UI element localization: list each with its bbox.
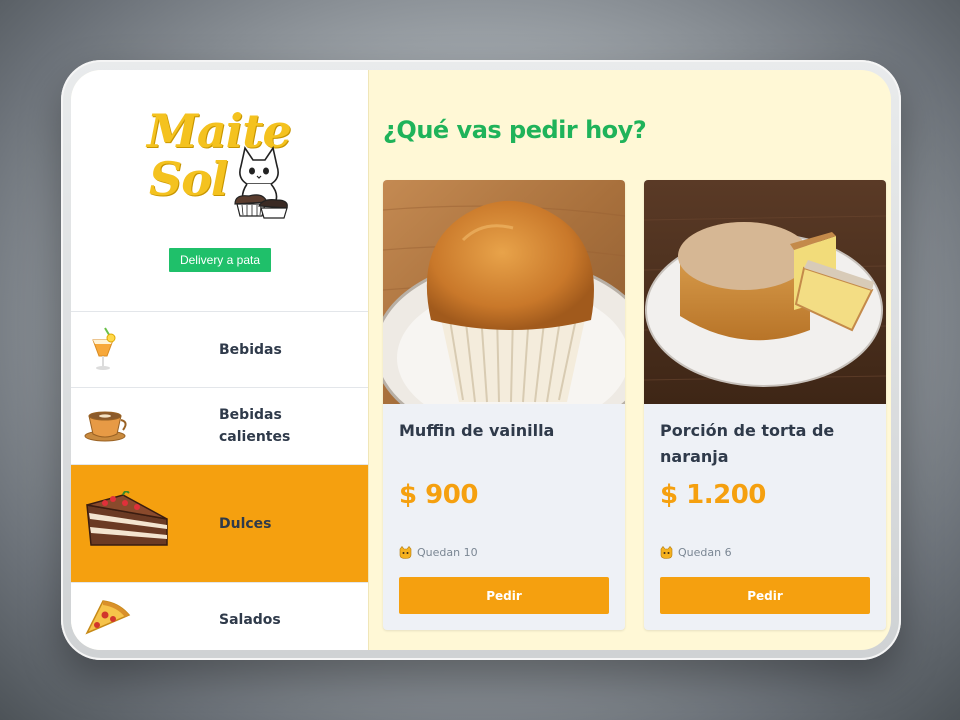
product-price: $ 1.200 [660,480,766,510]
order-button[interactable]: Pedir [399,577,609,614]
cat-mascot-icon [234,145,288,219]
category-menu: Bebidas Bebidas calientes Dulces Salados [71,312,368,650]
page-title: ¿Qué vas pedir hoy? [383,116,647,144]
pizza-slice-icon [85,600,131,635]
sidebar: Maite Sol Delivery a pata Bebidas Bebida… [71,70,369,650]
category-item-bebidas[interactable]: Bebidas [71,312,368,388]
stock-indicator: Quedan 10 [399,546,478,559]
app-screen: Maite Sol Delivery a pata Bebidas Bebida… [71,70,891,650]
stock-indicator: Quedan 6 [660,546,732,559]
stock-text: Quedan 6 [678,546,732,559]
cake-slice-icon [86,491,168,546]
category-item-dulces[interactable]: Dulces [71,465,368,583]
product-name: Porción de torta de naranja [660,421,835,466]
category-item-bebidas-calientes[interactable]: Bebidas calientes [71,388,368,465]
product-area: ¿Qué vas pedir hoy? Muffin de vainilla $… [369,70,891,650]
coffee-cup-icon [84,411,127,442]
category-label: Dulces [219,516,272,532]
tagline-badge: Delivery a pata [169,248,271,272]
stock-text: Quedan 10 [417,546,478,559]
tablet-frame: Maite Sol Delivery a pata Bebidas Bebida… [61,60,901,660]
order-button[interactable]: Pedir [660,577,870,614]
logo-word-sol: Sol [149,152,228,206]
brand-logo[interactable]: Maite Sol [147,108,292,228]
category-label: Bebidas [219,342,282,358]
juice-glass-icon [92,327,116,370]
category-label: Salados [219,612,281,628]
category-item-salados[interactable]: Salados [71,583,368,650]
cat-face-icon [399,546,412,559]
product-photo-orange-cake [644,180,886,404]
product-photo-muffin [383,180,625,404]
product-card: Muffin de vainilla $ 900 Quedan 10 Pedir [383,180,625,630]
product-price: $ 900 [399,480,478,510]
product-card: Porción de torta de naranja $ 1.200 Qued… [644,180,886,630]
product-name: Muffin de vainilla [399,421,555,440]
category-label: Bebidas calientes [219,407,291,445]
cat-face-icon [660,546,673,559]
brand-area: Maite Sol Delivery a pata [71,70,368,312]
